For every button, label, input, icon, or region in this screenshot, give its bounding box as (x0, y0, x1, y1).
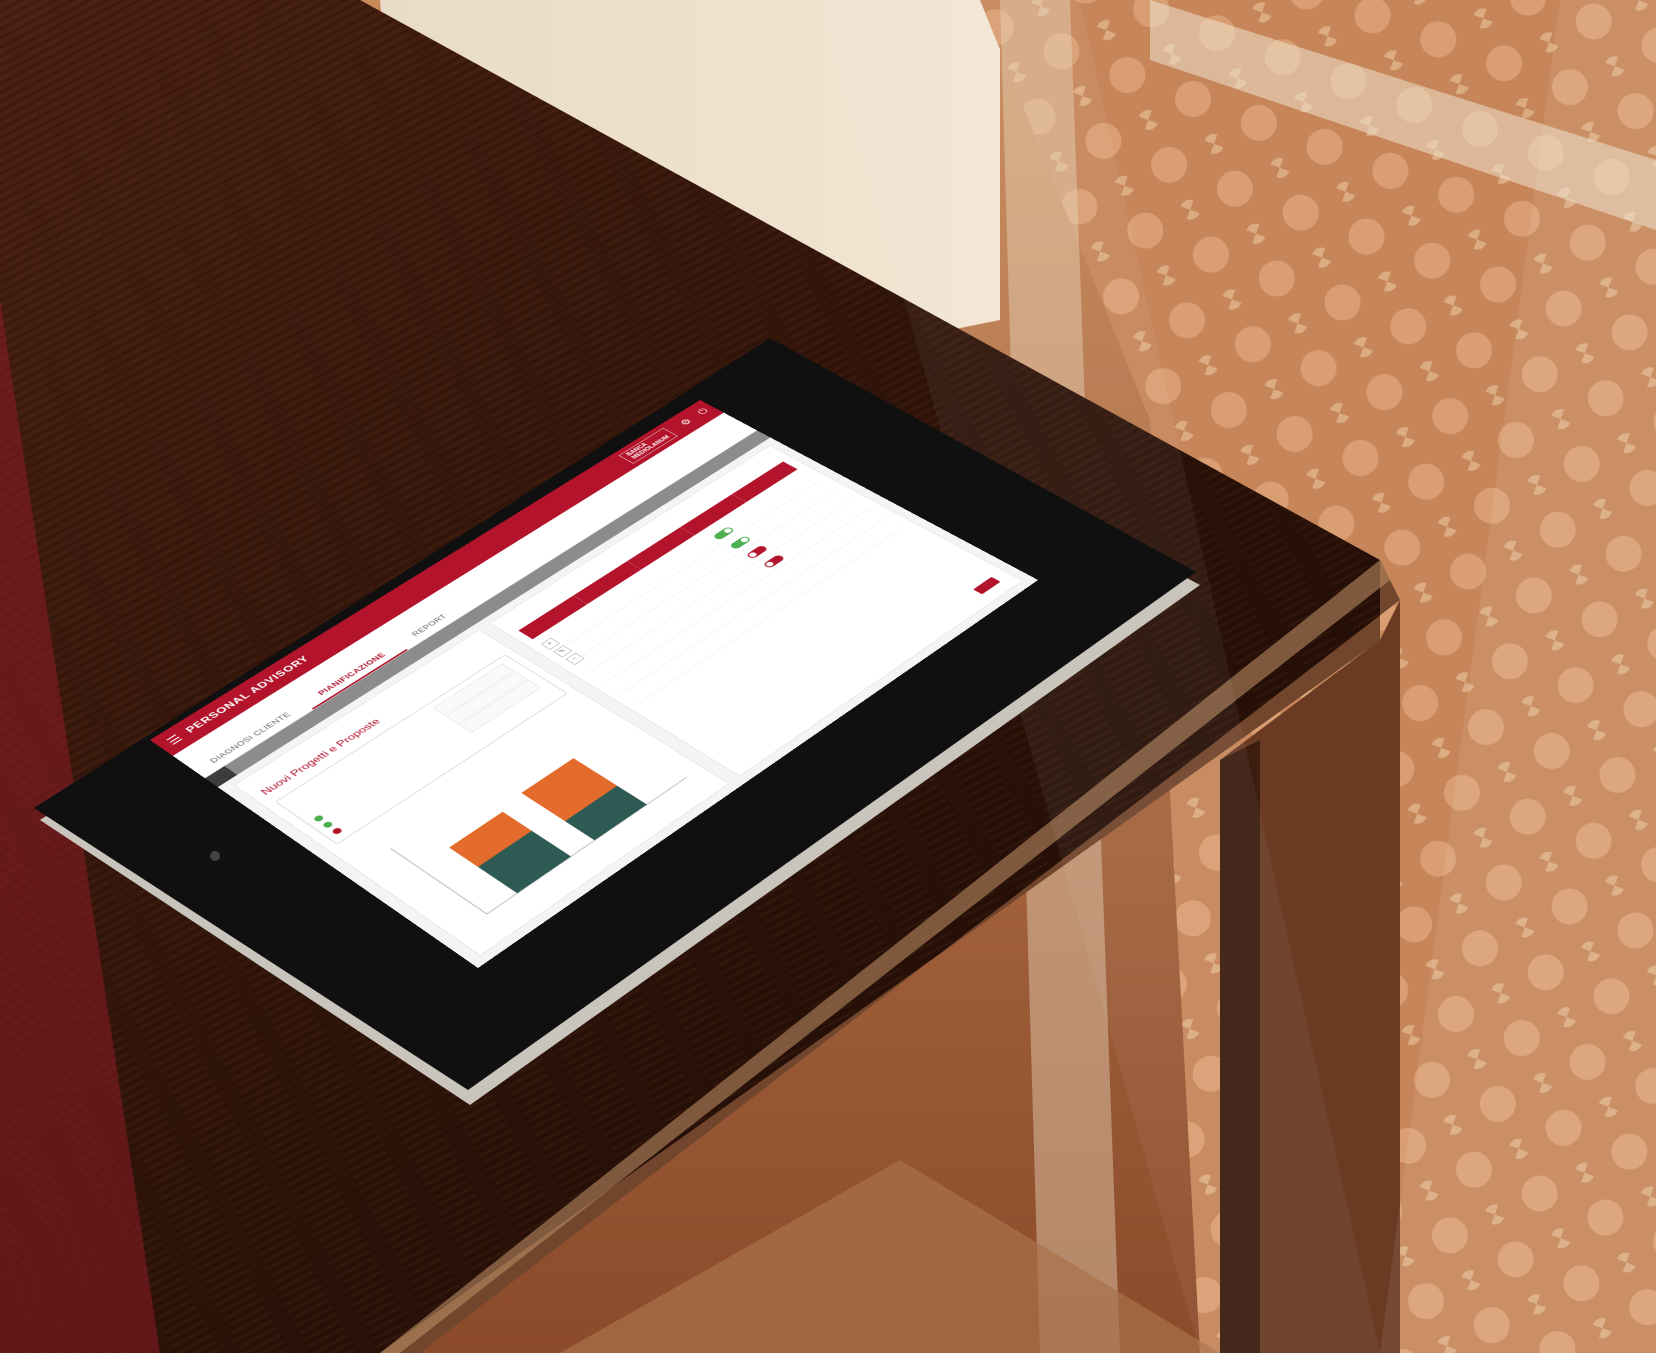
confirm-button[interactable] (973, 576, 1001, 595)
camera-icon (210, 851, 220, 861)
status-row-warning (330, 824, 348, 836)
check-icon (321, 820, 335, 829)
alert-icon (330, 826, 344, 836)
check-icon (312, 814, 325, 823)
